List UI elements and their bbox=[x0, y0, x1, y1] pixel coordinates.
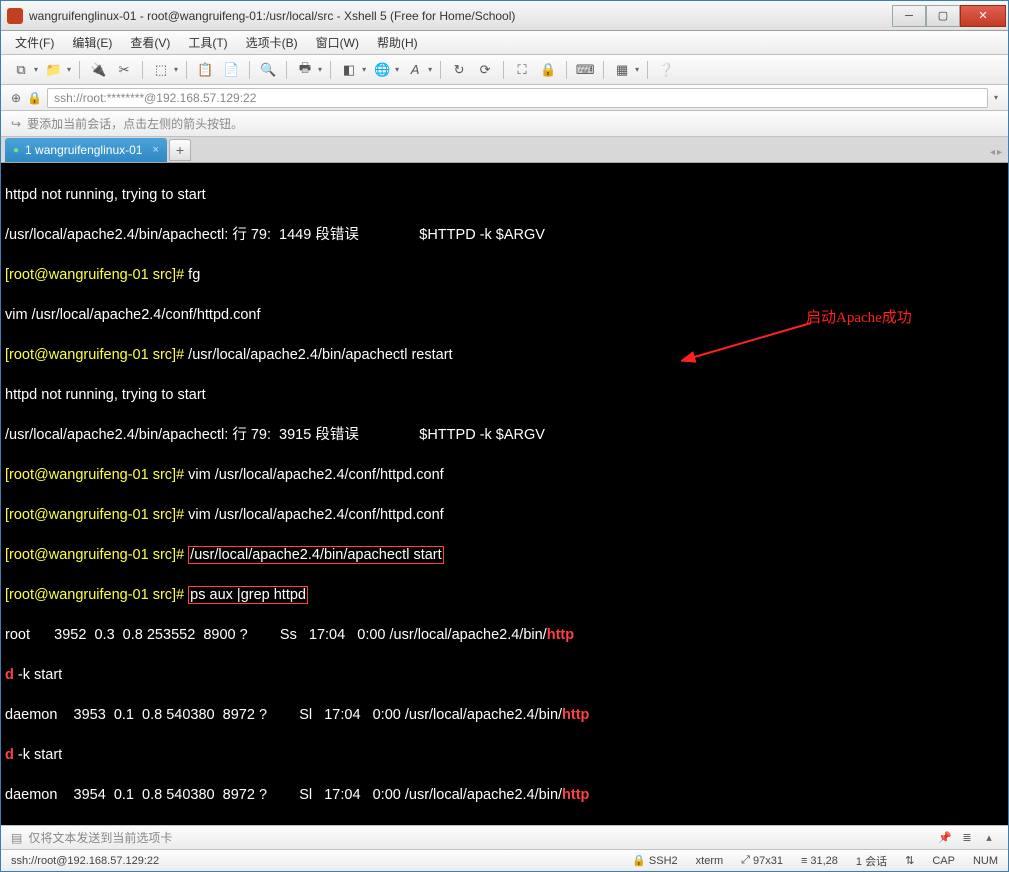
status-cap: CAP bbox=[932, 855, 955, 867]
sendbar-text: 仅将文本发送到当前选项卡 bbox=[28, 829, 172, 846]
layout-icon[interactable]: ▦ bbox=[612, 60, 632, 80]
send-icon[interactable]: ▤ bbox=[11, 831, 22, 845]
add-session-icon[interactable]: ⊕ bbox=[11, 91, 21, 105]
session-tab[interactable]: ● 1 wangruifenglinux-01 × bbox=[5, 138, 167, 162]
tab-label: 1 wangruifenglinux-01 bbox=[25, 143, 142, 157]
menu-tools[interactable]: 工具(T) bbox=[184, 32, 231, 53]
status-dot-icon: ● bbox=[13, 145, 19, 156]
addressbar: ⊕ 🔒 ▾ bbox=[1, 85, 1008, 111]
print-icon[interactable]: 🖶 bbox=[295, 60, 315, 80]
hint-text: 要添加当前会话，点击左侧的箭头按钮。 bbox=[27, 115, 243, 132]
status-ssh: 🔒 SSH2 bbox=[632, 854, 677, 867]
color-icon[interactable]: ◧ bbox=[339, 60, 359, 80]
menu-edit[interactable]: 编辑(E) bbox=[68, 32, 116, 53]
font-icon[interactable]: A bbox=[405, 60, 425, 80]
status-net-icon: ⇅ bbox=[905, 854, 914, 867]
hintbar: ↪ 要添加当前会话，点击左侧的箭头按钮。 bbox=[1, 111, 1008, 137]
add-arrow-icon[interactable]: ↪ bbox=[11, 117, 21, 131]
menu-window[interactable]: 窗口(W) bbox=[312, 32, 363, 53]
new-session-icon[interactable]: ⧉ bbox=[11, 60, 31, 80]
menu-view[interactable]: 查看(V) bbox=[126, 32, 174, 53]
statusbar: ssh://root@192.168.57.129:22 🔒 SSH2 xter… bbox=[1, 849, 1008, 871]
app-icon bbox=[7, 8, 23, 24]
reconnect-icon[interactable]: 🔌 bbox=[88, 60, 108, 80]
maximize-button[interactable]: ▢ bbox=[926, 5, 960, 27]
close-button[interactable]: ✕ bbox=[960, 5, 1006, 27]
address-input[interactable] bbox=[47, 88, 988, 108]
tab-nav: ◂ ▸ bbox=[990, 147, 1002, 158]
minimize-button[interactable]: ─ bbox=[892, 5, 926, 27]
disconnect-icon[interactable]: ✂ bbox=[114, 60, 134, 80]
fullscreen-icon[interactable]: ⛶ bbox=[512, 60, 532, 80]
paste-icon[interactable]: 📄 bbox=[221, 60, 241, 80]
copy-icon[interactable]: 📋 bbox=[195, 60, 215, 80]
tabbar: ● 1 wangruifenglinux-01 × + ◂ ▸ bbox=[1, 137, 1008, 163]
terminal[interactable]: httpd not running, trying to start /usr/… bbox=[1, 163, 1008, 825]
toolbar: ⧉▾ 📁▾ 🔌 ✂ ⬚▾ 📋 📄 🔍 🖶▾ ◧▾ 🌐▾ A▾ ↻ ⟳ ⛶ 🔒 ⌨… bbox=[1, 55, 1008, 85]
help-icon[interactable]: ❔ bbox=[656, 60, 676, 80]
window-title: wangruifenglinux-01 - root@wangruifeng-0… bbox=[29, 9, 892, 23]
list-icon[interactable]: ≣ bbox=[958, 830, 976, 846]
lock-icon: 🔒 bbox=[27, 91, 41, 105]
tab-prev-icon[interactable]: ◂ bbox=[990, 147, 995, 158]
refresh-icon[interactable]: ↻ bbox=[449, 60, 469, 80]
status-num: NUM bbox=[973, 855, 998, 867]
address-dropdown-icon[interactable]: ▾ bbox=[994, 93, 998, 102]
status-connection: ssh://root@192.168.57.129:22 bbox=[11, 855, 614, 867]
pin-icon[interactable]: 📌 bbox=[936, 830, 954, 846]
sendbar: ▤ 仅将文本发送到当前选项卡 📌 ≣ ▴ bbox=[1, 825, 1008, 849]
menu-help[interactable]: 帮助(H) bbox=[373, 32, 422, 53]
menu-tab[interactable]: 选项卡(B) bbox=[242, 32, 302, 53]
keyboard-icon[interactable]: ⌨ bbox=[575, 60, 595, 80]
status-term: xterm bbox=[696, 855, 724, 867]
window-controls: ─ ▢ ✕ bbox=[892, 5, 1006, 27]
up-icon[interactable]: ▴ bbox=[980, 830, 998, 846]
menu-file[interactable]: 文件(F) bbox=[11, 32, 58, 53]
sync-icon[interactable]: ⟳ bbox=[475, 60, 495, 80]
app-window: wangruifenglinux-01 - root@wangruifeng-0… bbox=[0, 0, 1009, 872]
tab-close-icon[interactable]: × bbox=[152, 144, 158, 156]
globe-icon[interactable]: 🌐 bbox=[372, 60, 392, 80]
properties-icon[interactable]: ⬚ bbox=[151, 60, 171, 80]
find-icon[interactable]: 🔍 bbox=[258, 60, 278, 80]
tab-next-icon[interactable]: ▸ bbox=[997, 147, 1002, 158]
open-icon[interactable]: 📁 bbox=[44, 60, 64, 80]
status-sessions: 1 会话 bbox=[856, 853, 887, 869]
titlebar: wangruifenglinux-01 - root@wangruifeng-0… bbox=[1, 1, 1008, 31]
status-pos: ≡ 31,28 bbox=[801, 855, 838, 867]
menubar: 文件(F) 编辑(E) 查看(V) 工具(T) 选项卡(B) 窗口(W) 帮助(… bbox=[1, 31, 1008, 55]
tab-add-button[interactable]: + bbox=[169, 139, 191, 161]
status-size: ⤢ 97x31 bbox=[741, 854, 783, 867]
lock-icon[interactable]: 🔒 bbox=[538, 60, 558, 80]
